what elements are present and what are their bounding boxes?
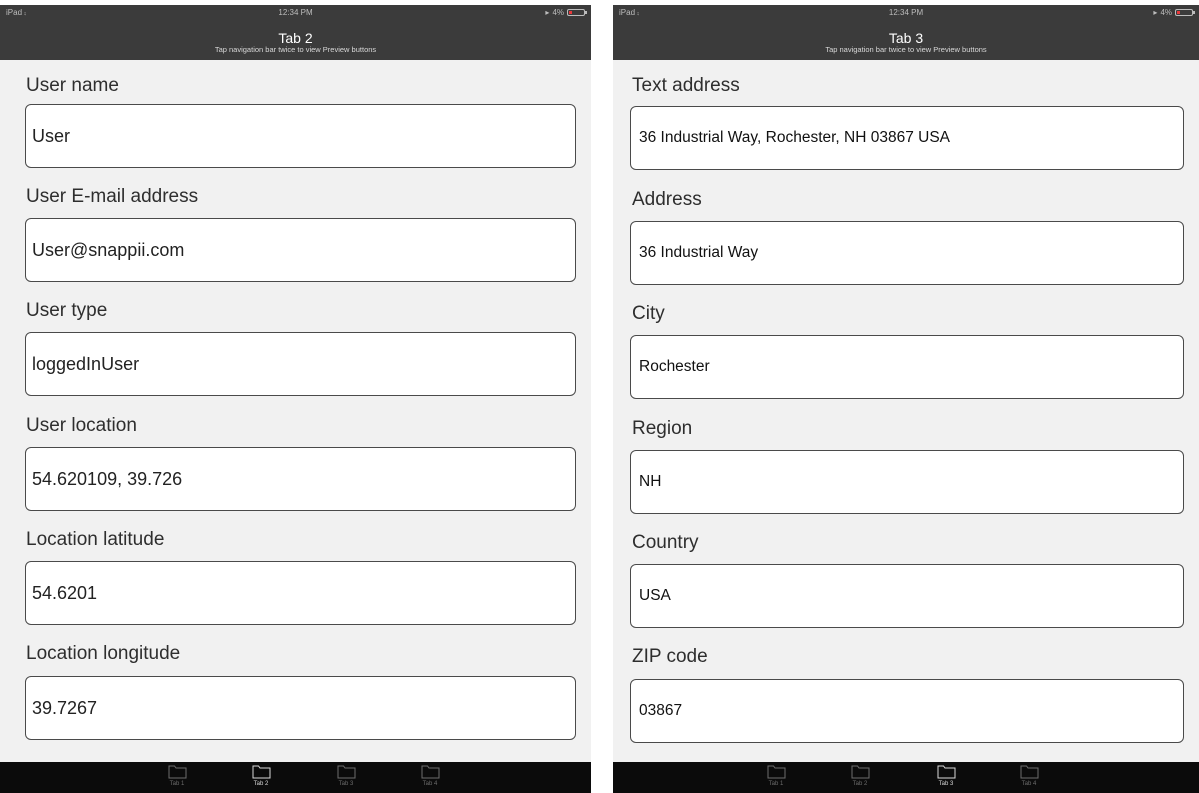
tab-2[interactable]: Tab 2 xyxy=(840,765,880,789)
folder-icon xyxy=(421,765,439,779)
folder-icon xyxy=(337,765,355,779)
location-longitude-label: Location longitude xyxy=(26,643,181,664)
city-field[interactable]: Rochester xyxy=(630,335,1184,399)
user-name-field[interactable]: User xyxy=(25,104,576,168)
tab-label: Tab 3 xyxy=(938,781,954,787)
nav-subtitle: Tap navigation bar twice to view Preview… xyxy=(214,45,377,54)
user-name-label: User name xyxy=(26,75,119,96)
folder-icon xyxy=(168,765,186,779)
nav-title: Tab 2 xyxy=(278,30,313,46)
text-address-field[interactable]: 36 Industrial Way, Rochester, NH 03867 U… xyxy=(630,106,1184,170)
user-location-label: User location xyxy=(26,415,137,436)
navigation-bar[interactable]: iPad ⨾ 12:34 PM ▸ 4% Tab 2 Tap navigatio… xyxy=(0,5,591,60)
tab-4[interactable]: Tab 4 xyxy=(1009,765,1049,789)
country-label: Country xyxy=(632,532,699,553)
user-type-label: User type xyxy=(26,300,108,321)
battery-icon xyxy=(1175,9,1195,16)
tab-label: Tab 4 xyxy=(1021,781,1037,787)
tab-label: Tab 1 xyxy=(169,781,185,787)
region-field[interactable]: NH xyxy=(630,450,1184,514)
battery-icon xyxy=(567,9,587,16)
location-latitude-label: Location latitude xyxy=(26,529,165,550)
status-time: 12:34 PM xyxy=(888,8,924,17)
folder-icon xyxy=(252,765,270,779)
folder-icon xyxy=(937,765,955,779)
tab-3[interactable]: Tab 3 xyxy=(326,765,366,789)
location-latitude-field[interactable]: 54.6201 xyxy=(25,561,576,625)
tab-bar: Tab 1 Tab 2 Tab 3 Tab 4 xyxy=(0,762,591,793)
tab-2[interactable]: Tab 2 xyxy=(241,765,281,789)
tab3-screen: iPad ⨾ 12:34 PM ▸ 4% Tab 3 Tap navigatio… xyxy=(613,5,1199,793)
tab2-screen: iPad ⨾ 12:34 PM ▸ 4% Tab 2 Tap navigatio… xyxy=(0,5,591,793)
user-type-field[interactable]: loggedInUser xyxy=(25,332,576,396)
tab-1[interactable]: Tab 1 xyxy=(756,765,796,789)
tab-1[interactable]: Tab 1 xyxy=(157,765,197,789)
status-time: 12:34 PM xyxy=(278,8,313,17)
location-icon: ▸ xyxy=(1153,8,1158,17)
user-location-field[interactable]: 54.620109, 39.726 xyxy=(25,447,576,511)
location-longitude-field[interactable]: 39.7267 xyxy=(25,676,576,740)
folder-icon xyxy=(1020,765,1038,779)
navigation-bar[interactable]: iPad ⨾ 12:34 PM ▸ 4% Tab 3 Tap navigatio… xyxy=(613,5,1199,60)
tab-label: Tab 4 xyxy=(422,781,438,787)
tab-4[interactable]: Tab 4 xyxy=(410,765,450,789)
battery-percent: 4% xyxy=(552,8,564,17)
country-field[interactable]: USA xyxy=(630,564,1184,628)
tab-label: Tab 3 xyxy=(338,781,354,787)
nav-title: Tab 3 xyxy=(888,30,924,46)
city-label: City xyxy=(632,303,665,324)
location-icon: ▸ xyxy=(545,8,550,17)
address-field[interactable]: 36 Industrial Way xyxy=(630,221,1184,285)
address-label: Address xyxy=(632,189,702,210)
folder-icon xyxy=(767,765,785,779)
battery-percent: 4% xyxy=(1160,8,1172,17)
tab-bar: Tab 1 Tab 2 Tab 3 Tab 4 xyxy=(613,762,1199,793)
text-address-label: Text address xyxy=(632,75,740,96)
tab-label: Tab 2 xyxy=(253,781,269,787)
status-bar: iPad ⨾ 12:34 PM ▸ 4% xyxy=(0,5,591,20)
tab-label: Tab 2 xyxy=(852,781,868,787)
status-bar: iPad ⨾ 12:34 PM ▸ 4% xyxy=(613,5,1199,20)
user-email-field[interactable]: User@snappii.com xyxy=(25,218,576,282)
zip-code-field[interactable]: 03867 xyxy=(630,679,1184,743)
region-label: Region xyxy=(632,418,693,439)
zip-code-label: ZIP code xyxy=(632,646,708,667)
tab-label: Tab 1 xyxy=(768,781,784,787)
user-email-label: User E-mail address xyxy=(26,186,199,207)
tab-3[interactable]: Tab 3 xyxy=(926,765,966,789)
folder-icon xyxy=(851,765,869,779)
nav-subtitle: Tap navigation bar twice to view Preview… xyxy=(825,45,987,54)
